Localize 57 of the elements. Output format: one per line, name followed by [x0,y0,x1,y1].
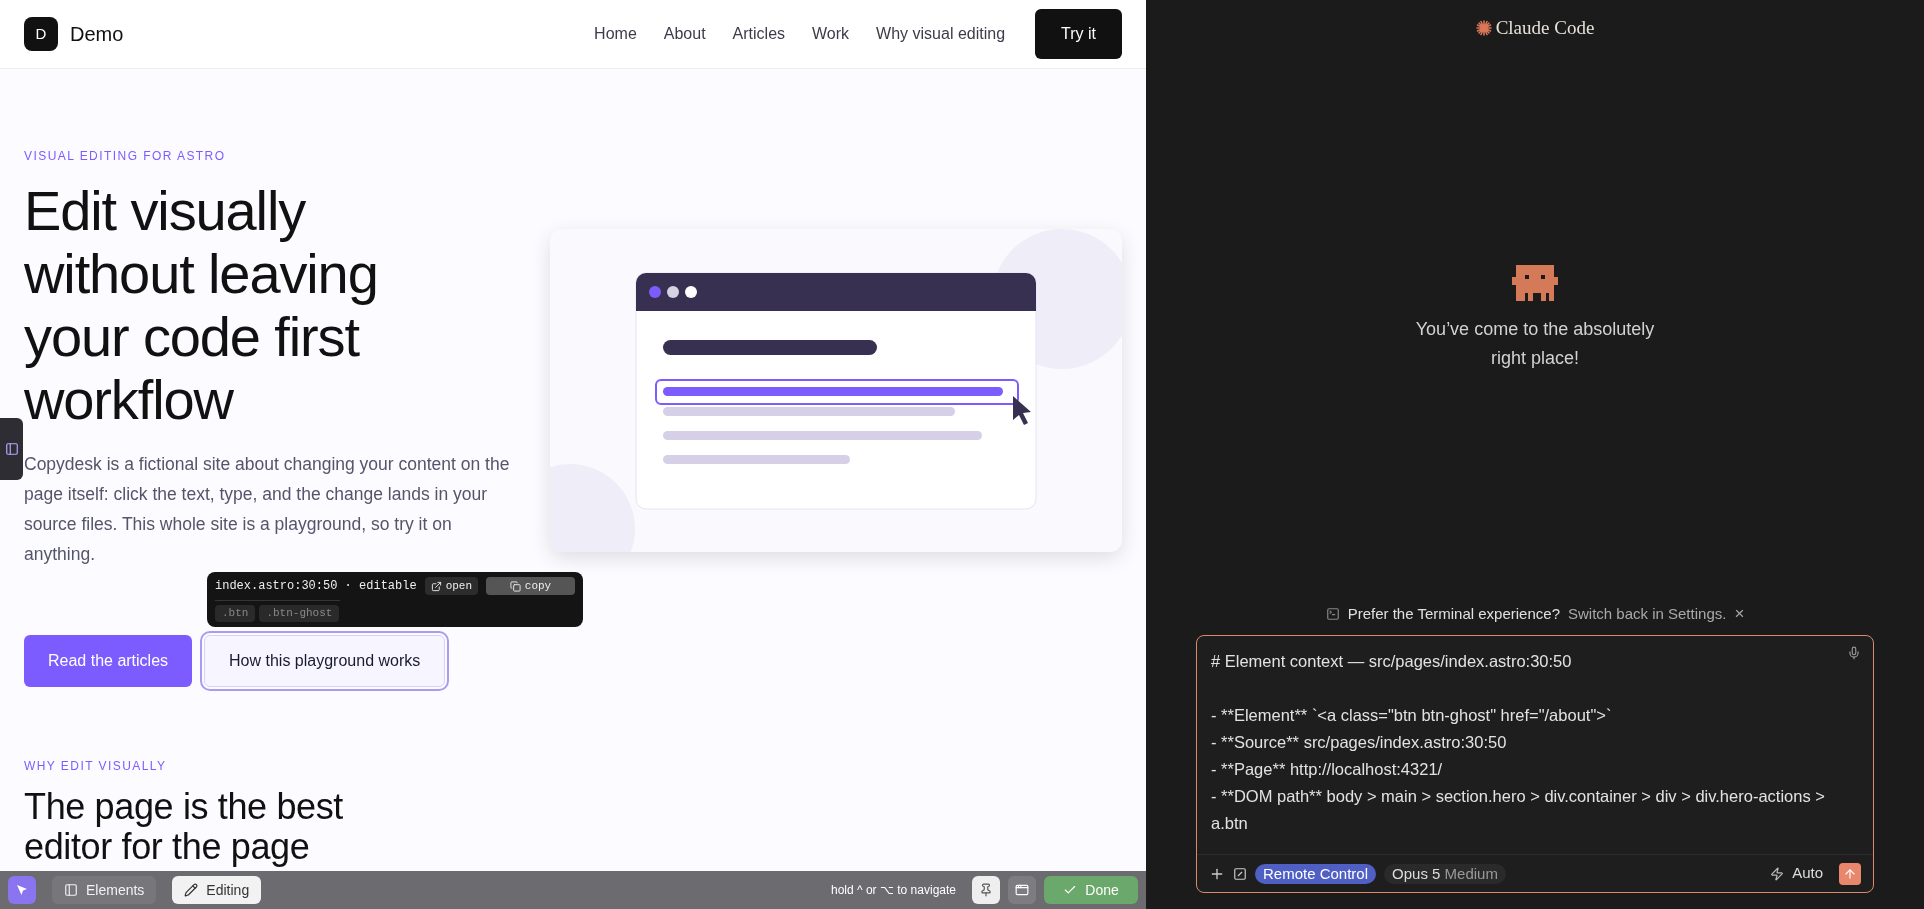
send-button[interactable] [1839,862,1861,885]
prompt-box[interactable] [1196,635,1874,893]
copy-button[interactable]: copy [486,577,575,595]
arrow-up-icon [1843,866,1857,881]
notice-text: Prefer the Terminal experience? [1347,603,1560,624]
prompt-line: - **Source** src/pages/index.astro:30:50 [1211,732,1508,753]
nav-link[interactable]: About [663,22,706,46]
hero-paragraph: Copydesk is a fictional site about changing your content on the page itself: click the text, type, and the change lands in your source files. This whole site is a playground, so try it on anything. [24,453,511,566]
try-it-button[interactable]: Try it [1035,9,1122,59]
class-tag: .btn [215,605,256,622]
mode-label[interactable]: Auto [1792,862,1823,885]
mascot-icon [1512,264,1558,301]
mode-tab[interactable]: Editing [172,876,262,904]
close-notice-button[interactable]: × [1734,605,1745,623]
hero-eyebrow: VISUAL EDITING FOR ASTRO [24,148,227,165]
brand-name: Claude Code [1495,16,1595,40]
slash-command-icon [1233,866,1247,881]
source-location: index.astro:30:50 · editable [215,578,417,595]
select-tool-button[interactable] [8,876,36,904]
open-button[interactable]: open [424,577,479,595]
settings-link[interactable]: Switch back in Settings. [1568,602,1727,625]
section-heading: The page is the best editor for the page [24,787,343,867]
prompt-line: - **Page** http://localhost:4321/ [1211,759,1444,780]
mode-tab[interactable]: Elements [52,876,157,904]
prompt-heading: # Element context — src/pages/index.astro:30:50 [1211,651,1573,672]
navigation-hint: hold ^ or ⌥ to navigate [830,882,956,899]
starburst-icon [1475,20,1492,37]
logo-mark[interactable]: D [24,17,58,51]
panel-icon [64,883,78,897]
nav-link[interactable]: Home [594,22,637,46]
check-icon [1063,883,1078,897]
lightning-icon [1770,866,1785,881]
copy-icon [509,580,521,592]
nav-link[interactable]: Articles [732,22,786,46]
external-link-icon [430,580,442,592]
pencil-icon [184,883,199,897]
site-name: Demo [70,22,124,47]
cursor-icon [15,883,29,897]
window-button[interactable] [1008,876,1036,904]
hero-heading: Edit visually without leaving your code first workflow [24,179,379,431]
greeting-text: You’ve come to the absolutely right place! [1414,317,1656,370]
nav-link[interactable]: Why visual editing [876,22,1006,46]
class-tag: .btn-ghost [259,605,340,622]
nav-link[interactable]: Work [812,22,850,46]
window-icon [1015,883,1029,897]
pin-button[interactable] [972,876,1000,904]
prompt-line: - **Element** `<a class="btn btn-ghost" href="/about">` [1211,705,1613,726]
remote-control-badge[interactable]: Remote Control [1255,863,1377,884]
read-articles-button[interactable]: Read the articles [24,635,193,687]
side-panel-tab[interactable] [0,418,23,480]
model-selector[interactable]: Opus 5 Medium [1384,863,1506,884]
microphone-icon [1847,646,1861,660]
section-eyebrow: WHY EDIT VISUALLY [24,758,168,775]
panel-icon [4,442,19,456]
terminal-icon [1325,606,1340,621]
prompt-line: - **DOM path** body > main > section.hero > div.container > div > div.hero-actions > a.btn [1211,786,1826,834]
pin-icon [979,883,993,897]
